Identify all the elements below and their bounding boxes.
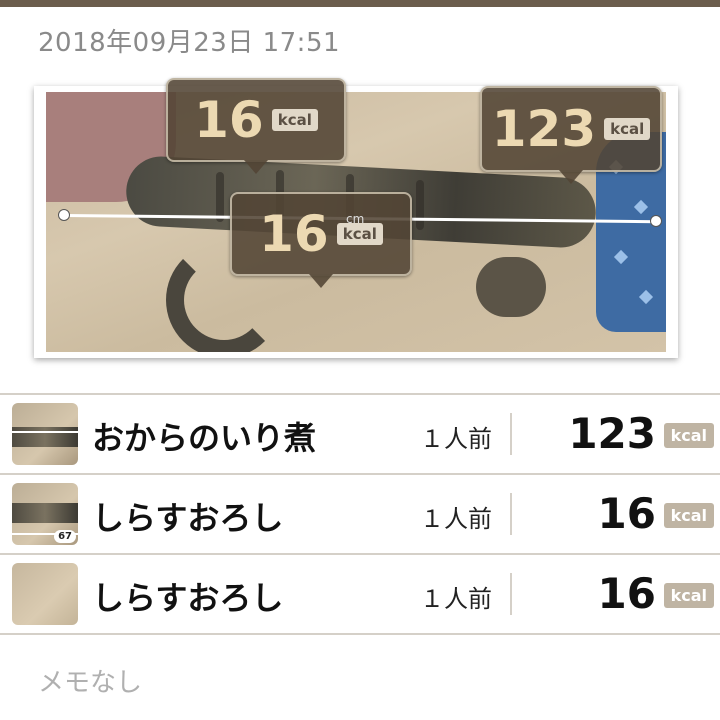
calorie-bubble-value: 16 xyxy=(194,91,264,149)
item-kcal: 123 xyxy=(568,409,656,458)
top-border-bar xyxy=(0,0,720,7)
kcal-badge: kcal xyxy=(663,503,714,528)
item-thumbnail: 67 xyxy=(12,483,78,545)
calorie-bubble-unit: kcal xyxy=(604,118,651,140)
divider xyxy=(510,493,512,535)
kcal-badge: kcal xyxy=(663,583,714,608)
divider xyxy=(510,573,512,615)
measure-unit-label: cm xyxy=(346,212,365,226)
item-thumbnail xyxy=(12,563,78,625)
item-name: おからのいり煮 xyxy=(92,419,317,457)
item-kcal: 16 xyxy=(597,489,656,538)
meal-item-row[interactable]: しらすおろし １人前 16 kcal xyxy=(0,553,720,635)
memo-text[interactable]: メモなし xyxy=(38,662,142,699)
calorie-bubble-unit: kcal xyxy=(336,223,383,245)
measure-handle-right[interactable] xyxy=(650,215,662,227)
item-kcal: 16 xyxy=(597,569,656,618)
calorie-bubble-2[interactable]: 123 kcal xyxy=(480,86,662,184)
divider xyxy=(510,413,512,455)
item-servings[interactable]: １人前 xyxy=(420,499,492,534)
measure-handle-left[interactable] xyxy=(58,209,70,221)
meal-datetime: 2018年09月23日 17:51 xyxy=(38,28,341,58)
calorie-bubble-unit: kcal xyxy=(271,109,318,131)
item-name: しらすおろし xyxy=(92,499,284,537)
cat-head-shape xyxy=(476,257,546,317)
thumbnail-badge: 67 xyxy=(54,530,76,543)
item-servings[interactable]: １人前 xyxy=(420,419,492,454)
calorie-bubble-3[interactable]: 16 kcal xyxy=(230,192,412,288)
item-servings[interactable]: １人前 xyxy=(420,579,492,614)
item-name: しらすおろし xyxy=(92,579,284,617)
meal-item-row[interactable]: おからのいり煮 １人前 123 kcal xyxy=(0,393,720,473)
calorie-bubble-1[interactable]: 16 kcal xyxy=(166,78,346,174)
meal-item-row[interactable]: 67 しらすおろし １人前 16 kcal xyxy=(0,473,720,553)
calorie-bubble-value: 16 xyxy=(259,205,329,263)
item-thumbnail xyxy=(12,403,78,465)
kcal-badge: kcal xyxy=(663,423,714,448)
meal-item-list: おからのいり煮 １人前 123 kcal 67 しらすおろし １人前 16 kc… xyxy=(0,393,720,635)
calorie-bubble-value: 123 xyxy=(491,100,597,158)
